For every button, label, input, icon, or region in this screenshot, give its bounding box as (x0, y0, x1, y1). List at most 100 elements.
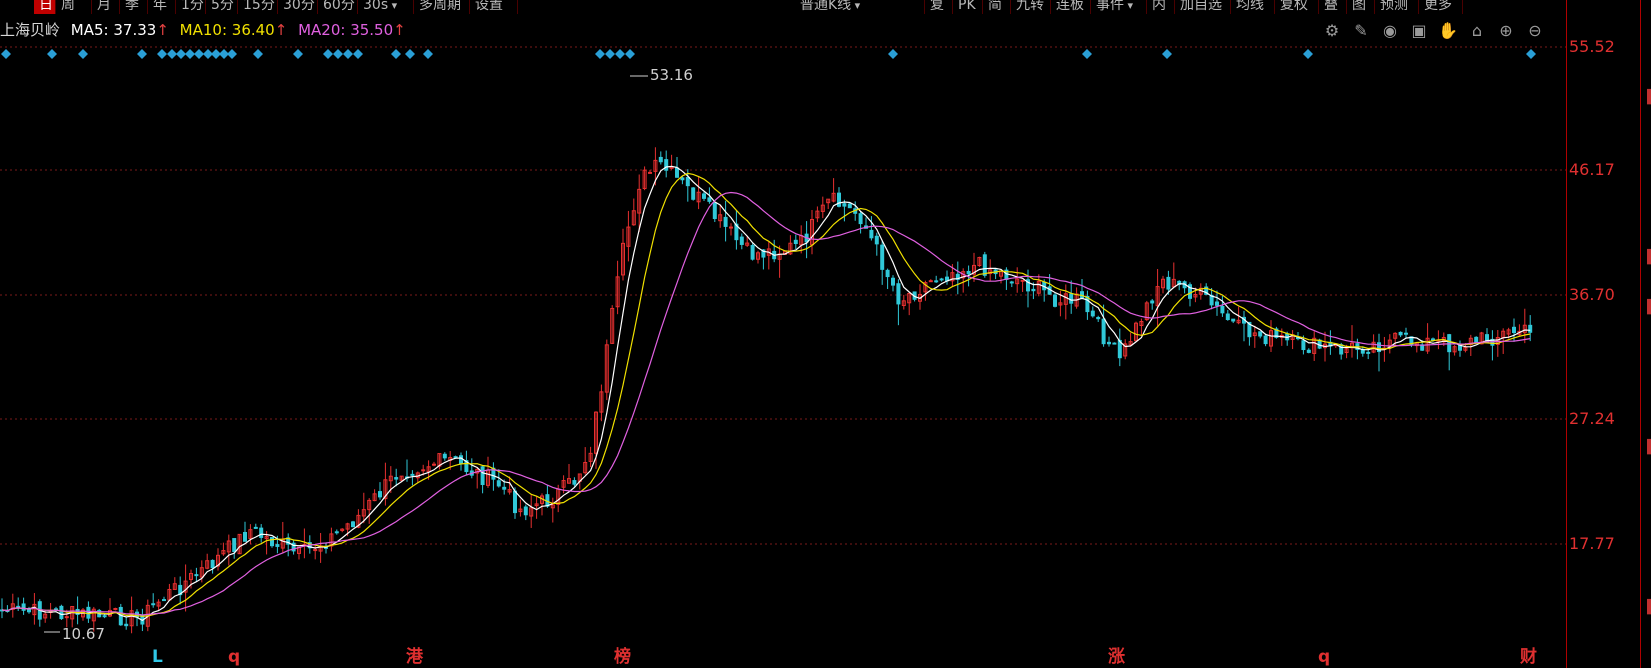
event-diamond (625, 49, 635, 59)
candle-body (675, 167, 679, 178)
event-diamond (1, 49, 11, 59)
event-diamond (423, 49, 433, 59)
candle-body (1404, 332, 1408, 335)
candle-body (351, 521, 355, 528)
event-diamond (185, 49, 195, 59)
candle-body (59, 605, 64, 620)
event-marker-5[interactable]: q (1318, 647, 1330, 667)
candle-body (691, 187, 696, 200)
candle-body (442, 453, 447, 459)
event-diamond (615, 49, 625, 59)
candle-body (1263, 335, 1268, 345)
candle-body (513, 490, 517, 514)
event-marker-3[interactable]: 榜 (614, 647, 631, 667)
candle-body (480, 466, 485, 486)
candle-body (21, 603, 26, 611)
candle-body (1107, 341, 1111, 345)
event-diamond (1162, 49, 1172, 59)
event-diamond (888, 49, 898, 59)
kline-chart[interactable] (0, 0, 1566, 668)
candle-body (334, 531, 339, 534)
candle-body (151, 603, 156, 606)
candle-body (842, 203, 847, 207)
event-diamond (405, 49, 415, 59)
candle-body (1101, 318, 1106, 345)
candle-body (421, 469, 426, 472)
grid-lines (0, 46, 1566, 545)
event-diamond (167, 49, 177, 59)
candle-body (648, 171, 652, 174)
event-diamond (595, 49, 605, 59)
candle-body (453, 456, 458, 459)
candle-body (966, 270, 971, 275)
candle-body (253, 526, 258, 529)
candle-body (707, 197, 712, 202)
candle-body (680, 177, 685, 181)
candle-body (1474, 336, 1479, 343)
candle-body (891, 277, 895, 286)
event-marker-0[interactable]: L (152, 647, 163, 667)
side-tab-0[interactable]: ▐ (1642, 90, 1651, 105)
event-diamond (353, 49, 363, 59)
side-tab-1[interactable]: ▐ (1642, 250, 1651, 265)
candle-body (572, 480, 577, 485)
hilo-pointers (44, 75, 648, 633)
candle-body (502, 486, 507, 490)
candle-body (16, 605, 21, 608)
event-marker-1[interactable]: q (228, 647, 240, 667)
candle-body (1398, 331, 1403, 336)
candle-body (1080, 291, 1084, 299)
candle-body (702, 193, 706, 199)
candle-body (275, 544, 280, 547)
candle-body (64, 616, 69, 619)
candle-body (664, 159, 669, 171)
candle-body (658, 156, 663, 163)
candle-body (1306, 349, 1311, 353)
candle-body (982, 254, 987, 276)
event-diamond (333, 49, 343, 59)
candle-body (712, 202, 717, 220)
candle-body (102, 615, 107, 618)
candle-body (523, 506, 528, 516)
event-marker-4[interactable]: 涨 (1108, 647, 1125, 667)
event-marker-6[interactable]: 财 (1520, 647, 1537, 667)
candle-body (858, 213, 863, 225)
side-tab-3[interactable]: ▐ (1642, 440, 1651, 455)
candle-body (1215, 301, 1219, 306)
candle-body (1220, 305, 1225, 314)
high-price-label: 53.16 (650, 66, 693, 84)
candle-body (750, 245, 755, 260)
price-tick-2: 36.70 (1569, 285, 1615, 304)
candle-body (1009, 281, 1014, 284)
candle-body (1031, 288, 1036, 292)
candle-body (934, 280, 939, 283)
side-tab-2[interactable]: ▐ (1642, 300, 1651, 315)
candle-body (928, 280, 933, 283)
candle-body (874, 235, 879, 245)
candle-body (729, 226, 733, 229)
candle-body (1258, 331, 1263, 337)
candle-body (270, 537, 274, 547)
candle-body (124, 623, 129, 627)
side-tab-4[interactable]: ▐ (1642, 600, 1651, 615)
candle-body (1053, 294, 1057, 307)
event-diamond (253, 49, 263, 59)
candle-body (210, 559, 215, 569)
candle-body (880, 244, 885, 270)
candle-body (896, 283, 901, 305)
event-diamond (137, 49, 147, 59)
candle-body (1225, 313, 1230, 321)
event-marker-2[interactable]: 港 (406, 647, 423, 667)
candle-body (1069, 293, 1074, 304)
candle-body (1090, 310, 1095, 317)
event-diamond (157, 49, 167, 59)
ma5-line (1, 165, 1531, 622)
candle-body (394, 477, 399, 480)
candle-body (1512, 326, 1516, 334)
candle-body (1231, 318, 1236, 322)
candle-body (378, 491, 382, 498)
candle-body (1366, 351, 1371, 354)
ma20-line (1, 191, 1531, 616)
price-tick-3: 27.24 (1569, 409, 1615, 428)
price-tick-1: 46.17 (1569, 160, 1615, 179)
